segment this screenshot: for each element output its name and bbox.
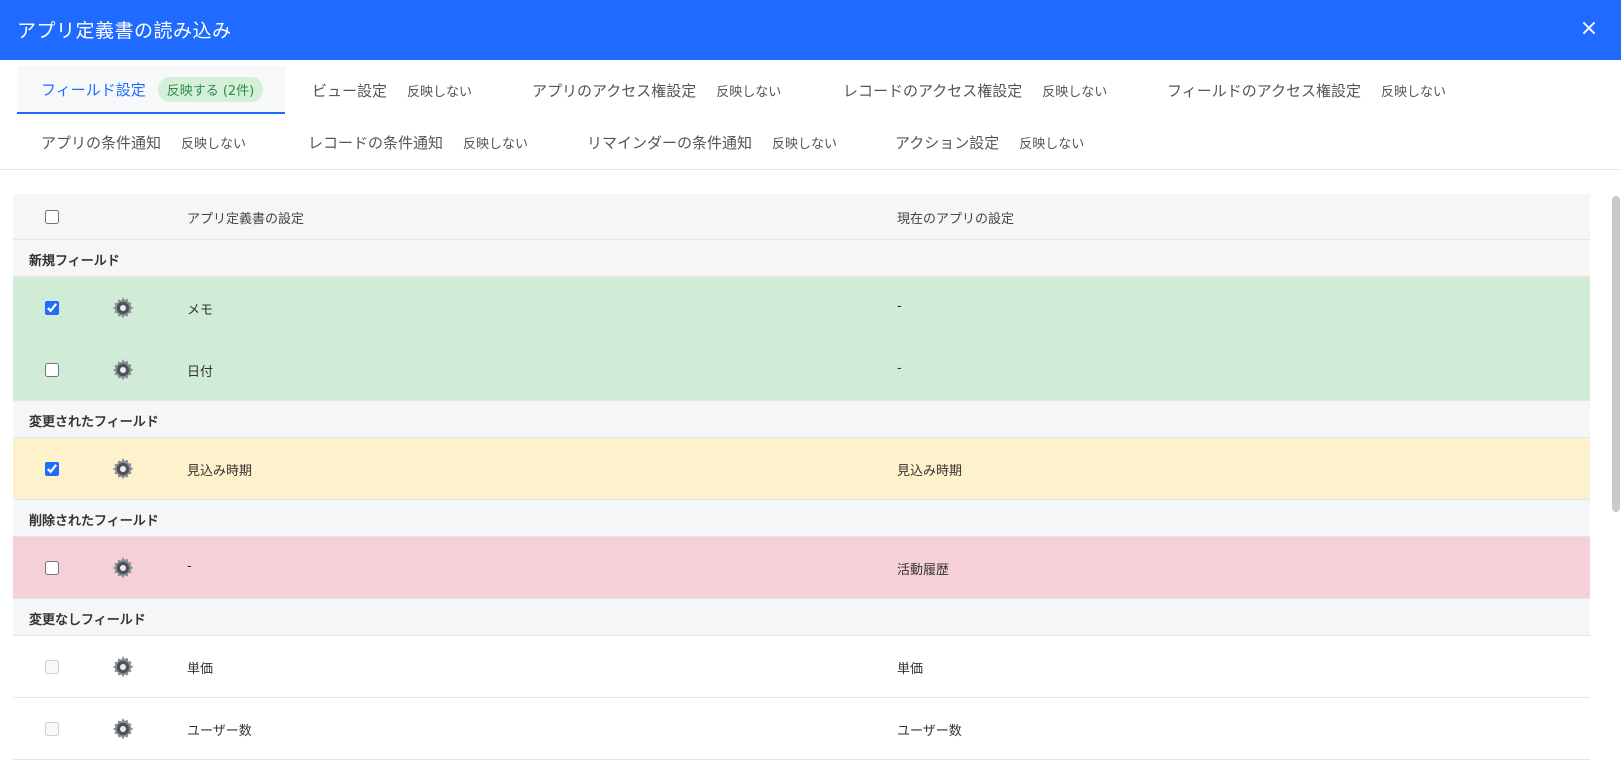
section-header-changed: 変更されたフィールド bbox=[13, 401, 1590, 438]
definition-value: ユーザー数 bbox=[187, 724, 252, 739]
table-row: メモ - bbox=[13, 277, 1590, 339]
column-header-definition: アプリ定義書の設定 bbox=[187, 212, 305, 227]
row-checkbox[interactable] bbox=[45, 462, 59, 476]
field-table: アプリ定義書の設定 現在のアプリの設定 新規フィールド メモ - 日付 - 変更… bbox=[13, 194, 1590, 760]
section-header-deleted: 削除されたフィールド bbox=[13, 500, 1590, 537]
table-header-row: アプリ定義書の設定 現在のアプリの設定 bbox=[13, 194, 1590, 240]
tab-status: 反映しない bbox=[1380, 84, 1446, 100]
tab-label: ビュー設定 bbox=[312, 81, 388, 100]
row-checkbox[interactable] bbox=[45, 561, 59, 575]
column-header-current: 現在のアプリの設定 bbox=[897, 212, 1015, 227]
tab-status: 反映しない bbox=[772, 136, 838, 152]
section-title: 新規フィールド bbox=[29, 254, 120, 269]
tab-field-settings[interactable]: フィールド設定 反映する (2件) bbox=[17, 66, 285, 114]
tab-field-access[interactable]: フィールドのアクセス権設定 反映しない bbox=[1143, 66, 1446, 114]
gear-icon bbox=[112, 359, 134, 381]
tab-app-access[interactable]: アプリのアクセス権設定 反映しない bbox=[508, 66, 781, 114]
definition-value: 日付 bbox=[187, 365, 214, 380]
tab-action-settings[interactable]: アクション設定 反映しない bbox=[871, 118, 1084, 166]
row-checkbox bbox=[45, 722, 59, 736]
tab-status: 反映しない bbox=[463, 136, 529, 152]
current-value: ユーザー数 bbox=[897, 724, 962, 739]
current-value: 活動履歴 bbox=[897, 563, 950, 578]
gear-icon bbox=[112, 297, 134, 319]
tab-bar: フィールド設定 反映する (2件) ビュー設定 反映しない アプリのアクセス権設… bbox=[0, 60, 1621, 170]
tab-reminder-notification[interactable]: リマインダーの条件通知 反映しない bbox=[563, 118, 837, 166]
tab-label: アクション設定 bbox=[895, 133, 1000, 152]
tab-status: 反映しない bbox=[407, 84, 473, 100]
definition-value: メモ bbox=[187, 303, 214, 318]
section-title: 変更されたフィールド bbox=[29, 415, 159, 430]
section-title: 削除されたフィールド bbox=[29, 514, 159, 529]
current-value: 単価 bbox=[897, 662, 924, 677]
definition-value: 単価 bbox=[187, 662, 214, 677]
row-checkbox[interactable] bbox=[45, 301, 59, 315]
tab-label: レコードの条件通知 bbox=[308, 133, 444, 152]
tab-status: 反映しない bbox=[1019, 136, 1085, 152]
table-row: 見込み時期 見込み時期 bbox=[13, 438, 1590, 500]
tab-label: レコードのアクセス権設定 bbox=[843, 81, 1023, 100]
vertical-scrollbar[interactable] bbox=[1612, 196, 1620, 512]
gear-icon bbox=[112, 458, 134, 480]
tab-view-settings[interactable]: ビュー設定 反映しない bbox=[288, 66, 472, 114]
table-row: 単価 単価 bbox=[13, 636, 1590, 698]
table-row: ユーザー数 ユーザー数 bbox=[13, 698, 1590, 760]
tab-label: フィールド設定 bbox=[41, 80, 146, 99]
current-value: 見込み時期 bbox=[897, 464, 963, 479]
tab-label: フィールドのアクセス権設定 bbox=[1167, 81, 1361, 100]
gear-icon bbox=[112, 557, 134, 579]
tab-status: 反映しない bbox=[181, 136, 247, 152]
definition-value: 見込み時期 bbox=[187, 464, 253, 479]
tab-status: 反映しない bbox=[716, 84, 782, 100]
section-title: 変更なしフィールド bbox=[29, 613, 146, 628]
dialog-header: アプリ定義書の読み込み × bbox=[0, 0, 1621, 60]
dialog-title: アプリ定義書の読み込み bbox=[17, 20, 232, 42]
section-header-new: 新規フィールド bbox=[13, 240, 1590, 277]
tab-status: 反映しない bbox=[1042, 84, 1108, 100]
table-row: 日付 - bbox=[13, 339, 1590, 401]
close-icon[interactable]: × bbox=[1577, 17, 1601, 41]
table-row: - 活動履歴 bbox=[13, 537, 1590, 599]
gear-icon bbox=[112, 718, 134, 740]
gear-icon bbox=[112, 656, 134, 678]
tab-label: アプリのアクセス権設定 bbox=[532, 81, 697, 100]
tab-status-badge: 反映する (2件) bbox=[157, 76, 264, 102]
current-value: - bbox=[897, 299, 902, 314]
current-value: - bbox=[897, 361, 902, 376]
tab-app-notification[interactable]: アプリの条件通知 反映しない bbox=[17, 118, 246, 166]
definition-value: - bbox=[187, 559, 192, 574]
tab-label: アプリの条件通知 bbox=[41, 133, 162, 152]
tab-record-notification[interactable]: レコードの条件通知 反映しない bbox=[284, 118, 528, 166]
row-checkbox bbox=[45, 660, 59, 674]
row-checkbox[interactable] bbox=[45, 363, 59, 377]
select-all-checkbox[interactable] bbox=[45, 210, 59, 224]
tab-record-access[interactable]: レコードのアクセス権設定 反映しない bbox=[819, 66, 1107, 114]
section-header-unchanged: 変更なしフィールド bbox=[13, 599, 1590, 636]
tab-label: リマインダーの条件通知 bbox=[587, 133, 753, 152]
